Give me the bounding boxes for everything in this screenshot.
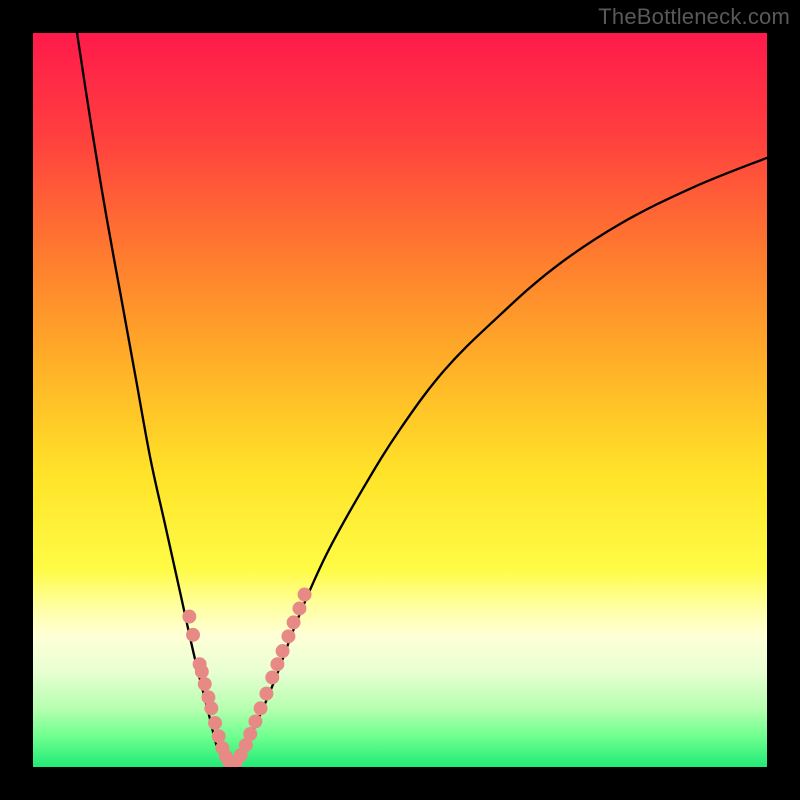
data-marker — [198, 677, 212, 691]
data-marker — [254, 701, 268, 715]
data-marker — [281, 629, 295, 643]
data-marker — [182, 610, 196, 624]
data-marker — [298, 588, 312, 602]
data-marker — [265, 670, 279, 684]
watermark-text: TheBottleneck.com — [598, 4, 790, 30]
data-marker — [270, 657, 284, 671]
chart-stage: TheBottleneck.com — [0, 0, 800, 800]
data-marker — [243, 727, 257, 741]
data-curves — [33, 33, 767, 767]
curve-right-curve — [231, 158, 767, 767]
data-marker — [276, 644, 290, 658]
data-marker — [287, 615, 301, 629]
curve-left-curve — [77, 33, 231, 767]
data-marker — [186, 628, 200, 642]
data-marker — [292, 601, 306, 615]
data-marker — [195, 665, 209, 679]
data-marker — [208, 716, 222, 730]
data-marker — [248, 715, 262, 729]
data-marker — [259, 687, 273, 701]
data-marker — [204, 701, 218, 715]
plot-area — [33, 33, 767, 767]
